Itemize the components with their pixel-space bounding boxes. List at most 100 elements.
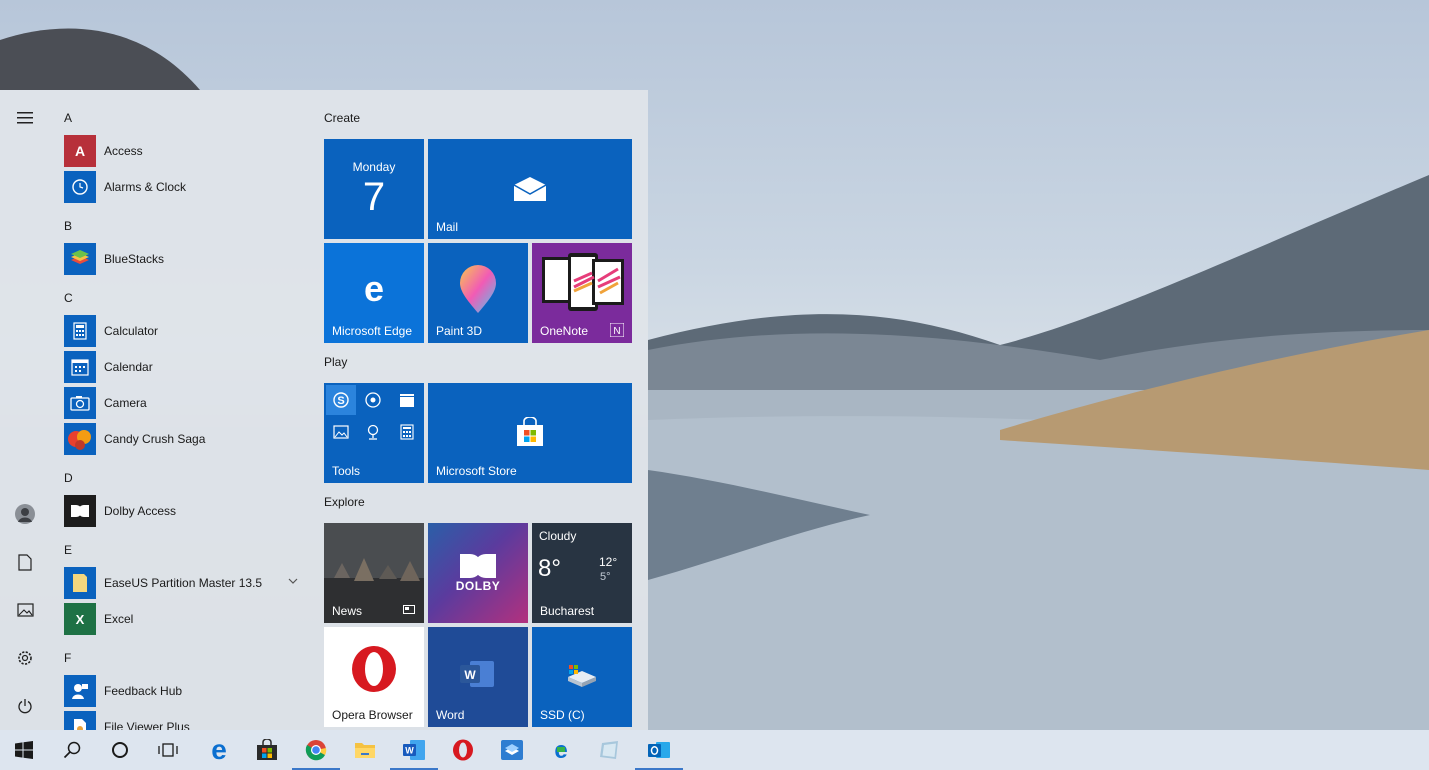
windows-start-icon — [15, 741, 33, 759]
taskbar-edge[interactable]: e — [195, 730, 243, 770]
taskbar-outlook[interactable] — [635, 730, 683, 770]
app-item-calendar[interactable]: Calendar — [64, 350, 304, 384]
tile-weather[interactable]: Cloudy 8° 12° 5° Bucharest — [532, 523, 632, 623]
letter-header-f[interactable]: F — [64, 651, 71, 665]
dolby-wordmark: DOLBY — [455, 579, 501, 593]
bluestacks-icon — [64, 243, 96, 275]
tile-mail[interactable]: Mail — [428, 139, 632, 239]
task-view-button[interactable] — [144, 730, 192, 770]
user-avatar — [15, 504, 35, 524]
onenote-screens-image — [542, 253, 624, 311]
tile-label: SSD (C) — [540, 708, 585, 722]
svg-text:W: W — [405, 746, 414, 756]
letter-header-a[interactable]: A — [64, 111, 72, 125]
tile-microsoft-edge[interactable]: e Microsoft Edge — [324, 243, 424, 343]
chevron-down-icon[interactable] — [288, 577, 298, 585]
taskbar-file-explorer[interactable] — [341, 730, 389, 770]
notes-icon — [600, 741, 618, 759]
hamburger-menu-icon — [17, 112, 33, 124]
calculator-small-icon — [400, 424, 414, 440]
tile-dolby[interactable]: DOLBY — [428, 523, 528, 623]
user-account-button[interactable] — [5, 494, 45, 534]
tile-label: Microsoft Store — [436, 464, 517, 478]
word-logo-icon: W — [460, 661, 494, 687]
movies-tv-icon — [400, 394, 414, 407]
mail-icon — [514, 177, 546, 201]
documents-button[interactable] — [5, 542, 45, 582]
letter-header-b[interactable]: B — [64, 219, 72, 233]
taskbar-browser-extra[interactable]: e — [537, 730, 585, 770]
word-icon: W — [403, 740, 425, 760]
letter-header-c[interactable]: C — [64, 291, 73, 305]
tile-microsoft-store[interactable]: Microsoft Store — [428, 383, 632, 483]
tile-label: Microsoft Edge — [332, 324, 413, 338]
taskbar-store[interactable] — [243, 730, 291, 770]
tile-ssd-c[interactable]: SSD (C) — [532, 627, 632, 727]
taskbar: e W e — [0, 730, 1429, 770]
task-view-icon — [158, 743, 178, 757]
search-button[interactable] — [48, 730, 96, 770]
taskbar-chrome[interactable] — [292, 730, 340, 770]
app-item-bluestacks[interactable]: BlueStacks — [64, 242, 304, 276]
settings-button[interactable] — [5, 638, 45, 678]
app-item-candy-crush-saga[interactable]: Candy Crush Saga — [64, 422, 304, 456]
taskbar-opera[interactable] — [439, 730, 487, 770]
calendar-date: 7 — [362, 175, 386, 219]
tile-tools-folder[interactable]: S Tools — [324, 383, 424, 483]
app-label: Camera — [104, 396, 147, 410]
start-button[interactable] — [0, 730, 48, 770]
hamburger-menu-button[interactable] — [5, 98, 45, 138]
documents-icon — [18, 553, 32, 571]
pictures-button[interactable] — [5, 590, 45, 630]
letter-header-d[interactable]: D — [64, 471, 73, 485]
app-item-dolby-access[interactable]: Dolby Access — [64, 494, 304, 528]
app-label: Alarms & Clock — [104, 180, 187, 194]
pictures-icon — [16, 603, 34, 617]
taskbar-word[interactable]: W — [390, 730, 438, 770]
app-item-camera[interactable]: Camera — [64, 386, 304, 420]
file-explorer-icon — [355, 743, 375, 758]
letter-header-e[interactable]: E — [64, 543, 72, 557]
opera-logo-icon — [352, 646, 396, 692]
dolby-logo-icon — [460, 554, 496, 578]
taskbar-notes[interactable] — [586, 730, 634, 770]
app-item-file-viewer-plus[interactable]: File Viewer Plus — [64, 710, 304, 730]
edge-icon: e — [364, 273, 384, 305]
cortana-button[interactable] — [96, 730, 144, 770]
app-item-access[interactable]: A Access — [64, 134, 304, 168]
tile-calendar[interactable]: Monday 7 — [324, 139, 424, 239]
tile-news[interactable]: News — [324, 523, 424, 623]
app-label: Calendar — [104, 360, 153, 374]
group-title-play[interactable]: Play — [324, 355, 347, 369]
tiles-panel: Create Monday 7 Mail e Microsoft Edge Pa… — [324, 90, 644, 730]
app-item-easeus-partition-master[interactable]: EaseUS Partition Master 13.5 — [64, 566, 304, 600]
settings-icon — [18, 651, 32, 665]
tile-label: OneNote — [540, 324, 589, 338]
power-button[interactable] — [5, 686, 45, 726]
taskbar-stack-app[interactable] — [488, 730, 536, 770]
group-title-create[interactable]: Create — [324, 111, 360, 125]
app-item-feedback-hub[interactable]: Feedback Hub — [64, 674, 304, 708]
power-icon — [18, 699, 32, 714]
tile-label: Word — [436, 708, 465, 722]
app-item-calculator[interactable]: Calculator — [64, 314, 304, 348]
tile-label: Bucharest — [540, 604, 595, 618]
weather-temperature: 8° — [538, 555, 561, 582]
feedback-hub-icon — [64, 675, 96, 707]
excel-icon: X — [64, 603, 96, 635]
weather-high: 12° — [599, 555, 618, 569]
folder-icon — [64, 567, 96, 599]
tile-word[interactable]: W Word — [428, 627, 528, 727]
photos-icon — [333, 425, 349, 439]
app-item-alarms-clock[interactable]: Alarms & Clock — [64, 170, 304, 204]
camera-icon — [64, 387, 96, 419]
tile-opera-browser[interactable]: Opera Browser — [324, 627, 424, 727]
app-item-excel[interactable]: X Excel — [64, 602, 304, 636]
tile-onenote[interactable]: N OneNote — [532, 243, 632, 343]
weather-low: 5° — [600, 571, 611, 583]
app-label: Candy Crush Saga — [104, 432, 206, 446]
group-title-explore[interactable]: Explore — [324, 495, 365, 509]
tile-paint-3d[interactable]: Paint 3D — [428, 243, 528, 343]
tile-label: Paint 3D — [436, 324, 483, 338]
candy-crush-icon — [64, 423, 96, 455]
